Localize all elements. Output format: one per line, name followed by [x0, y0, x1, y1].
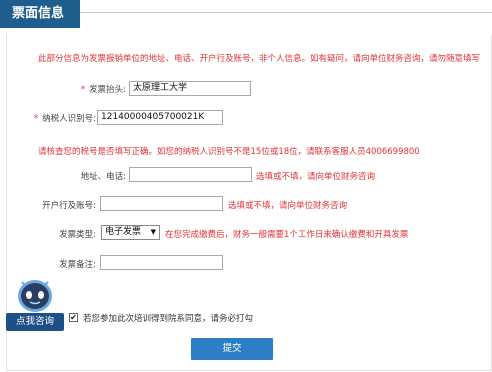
agreement-label: 若您参加此次培训得到院系同意，请务必打勾 — [83, 314, 254, 324]
invoice-type-selected: 电子发票 — [105, 227, 142, 237]
remark-label: 发票备注: — [59, 260, 96, 270]
remark-input[interactable] — [100, 255, 223, 270]
address-phone-input[interactable] — [129, 167, 252, 182]
bank-account-input[interactable] — [100, 196, 223, 211]
required-mark: * — [33, 114, 39, 124]
address-phone-label: 地址、电话: — [80, 172, 126, 182]
invoice-header-input[interactable]: 太原理工大学 — [129, 81, 251, 96]
dropdown-arrow-icon: ▼ — [150, 228, 156, 236]
address-phone-hint: 选填或不填，请向单位财务咨询 — [256, 172, 376, 182]
agreement-checkbox[interactable]: ✔ — [69, 313, 78, 322]
notice-text: 此部分信息为发票报销单位的地址、电话、开户行及账号，非个人信息。如有疑问，请向单… — [38, 54, 481, 64]
invoice-header-label: * 发票抬头: — [60, 83, 126, 95]
bank-account-label: 开户行及账号: — [42, 201, 96, 211]
invoice-type-select[interactable]: 电子发票 ▼ — [101, 225, 160, 240]
invoice-header-label-text: 发票抬头: — [89, 85, 126, 95]
tax-id-warning: 请核查您的税号是否填写正确。如您的纳税人识别号不是15位或18位，请联系客服人员… — [38, 147, 420, 157]
section-title: 票面信息 — [0, 0, 80, 28]
invoice-type-hint: 在您完成缴费后，财务一般需要1个工作日来确认缴费和开具发票 — [165, 230, 409, 240]
chat-widget[interactable]: 点我咨询 — [6, 276, 64, 342]
tax-id-label: * 纳税人识别号: — [30, 112, 96, 124]
robot-mascot-icon — [14, 276, 56, 316]
invoice-type-label: 发票类型: — [59, 230, 96, 240]
required-mark: * — [80, 85, 86, 95]
tax-id-label-text: 纳税人识别号: — [42, 114, 96, 124]
submit-button[interactable]: 提交 — [191, 338, 273, 360]
tax-id-input[interactable]: 12140000405700021K — [97, 110, 223, 125]
chat-consult-button[interactable]: 点我咨询 — [6, 313, 64, 331]
bank-account-hint: 选填或不填，请向单位财务咨询 — [228, 201, 348, 211]
invoice-info-page: 票面信息 此部分信息为发票报销单位的地址、电话、开户行及账号，非个人信息。如有疑… — [0, 0, 492, 372]
